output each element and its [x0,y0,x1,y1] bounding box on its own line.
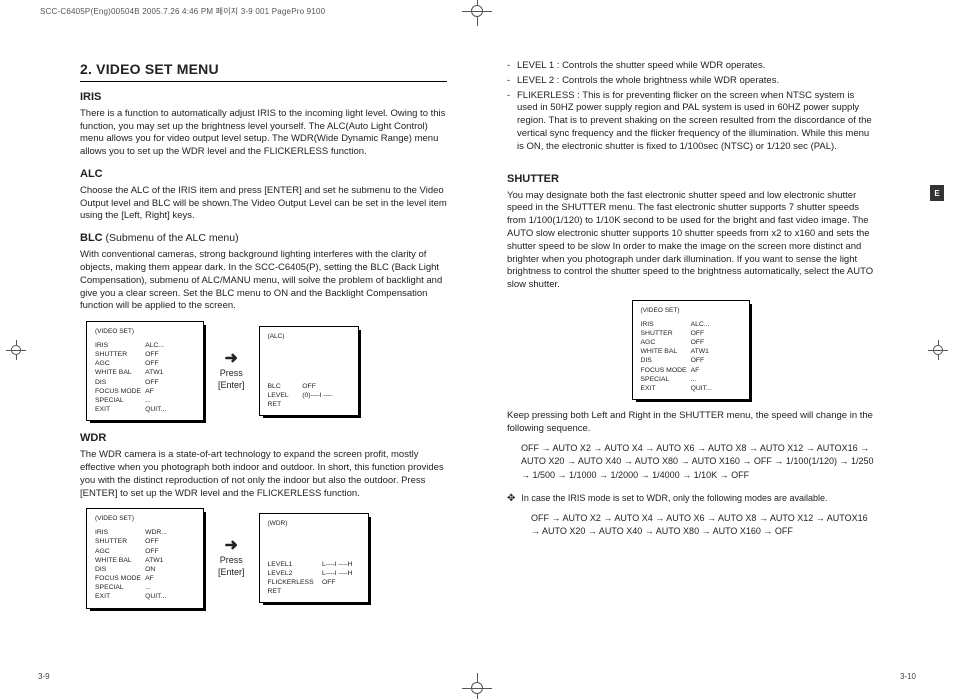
note-text: In case the IRIS mode is set to WDR, onl… [521,492,827,506]
osd-table: IRISALC... SHUTTEROFF AGCOFF WHITE BALAT… [641,320,716,393]
body-blc: With conventional cameras, strong backgr… [80,249,447,313]
arrow-right-icon: ➜ [218,351,245,367]
osd-title: (VIDEO SET) [95,328,195,337]
shutter-sequence-wdr: OFF → AUTO X2 → AUTO X4 → AUTO X6 → AUTO… [531,512,874,539]
osd-row-wdr: (VIDEO SET) IRISWDR... SHUTTEROFF AGCOFF… [86,508,447,608]
osd-table: IRISALC... SHUTTEROFF AGCOFF WHITE BALAT… [95,341,170,414]
crop-mark-bottom [462,673,492,699]
osd-wdr: (WDR) LEVEL1L----I ----H LEVEL2L----I --… [259,513,369,603]
osd-videoset-shutter: (VIDEO SET) IRISALC... SHUTTEROFF AGCOFF… [632,300,750,400]
osd-row-blc: (VIDEO SET) IRISALC... SHUTTEROFF AGCOFF… [86,321,447,421]
crop-mark-right [928,340,948,360]
heading-blc-paren: (Submenu of the ALC menu) [103,232,239,244]
osd-title: (VIDEO SET) [641,307,741,316]
list-item: FLIKERLESS : This is for preventing flic… [507,90,874,154]
left-column: 2. VIDEO SET MENU IRIS There is a functi… [80,60,447,659]
osd-videoset-alc: (VIDEO SET) IRISALC... SHUTTEROFF AGCOFF… [86,321,204,421]
body-alc: Choose the ALC of the IRIS item and pres… [80,185,447,223]
heading-wdr: WDR [80,431,447,446]
osd-title: (ALC) [268,333,350,342]
press-enter-label: Press [Enter] [218,554,245,578]
osd-alc: (ALC) BLCOFF LEVEL(0)----I ---- RET [259,326,359,416]
heading-blc-text: BLC [80,232,103,244]
page-number-right: 3-10 [900,672,916,681]
osd-videoset-wdr: (VIDEO SET) IRISWDR... SHUTTEROFF AGCOFF… [86,508,204,608]
list-item: LEVEL 2 : Controls the whole brightness … [507,75,874,88]
osd-table: BLCOFF LEVEL(0)----I ---- RET [268,382,350,410]
press-enter-label: Press [Enter] [218,367,245,391]
body-iris: There is a function to automatically adj… [80,108,447,159]
crop-mark-top [462,0,492,26]
crop-mark-left [6,340,26,360]
side-tab: E [930,185,944,201]
note-mark-icon: ✥ [507,492,515,506]
list-item: LEVEL 1 : Controls the shutter speed whi… [507,60,874,73]
press-enter-group: ➜ Press [Enter] [218,538,245,578]
shutter-sequence-full: OFF → AUTO X2 → AUTO X4 → AUTO X6 → AUTO… [521,442,874,483]
section-title: 2. VIDEO SET MENU [80,60,447,82]
heading-shutter: SHUTTER [507,172,874,187]
arrow-right-icon: ➜ [218,538,245,554]
body-wdr: The WDR camera is a state-of-art technol… [80,449,447,500]
right-column: LEVEL 1 : Controls the shutter speed whi… [507,60,874,659]
heading-iris: IRIS [80,90,447,105]
print-header: SCC-C6405P(Eng)00504B 2005.7.26 4:46 PM … [40,6,325,17]
osd-title: (VIDEO SET) [95,515,195,524]
note-row: ✥ In case the IRIS mode is set to WDR, o… [507,492,874,506]
press-enter-group: ➜ Press [Enter] [218,351,245,391]
heading-alc: ALC [80,167,447,182]
osd-table: IRISWDR... SHUTTEROFF AGCOFF WHITE BALAT… [95,528,171,601]
keep-pressing-text: Keep pressing both Left and Right in the… [507,410,874,436]
page-number-left: 3-9 [38,672,50,681]
wdr-level-list: LEVEL 1 : Controls the shutter speed whi… [507,60,874,154]
heading-blc: BLC (Submenu of the ALC menu) [80,231,447,246]
body-shutter: You may designate both the fast electron… [507,190,874,293]
osd-table: LEVEL1L----I ----H LEVEL2L----I ----H FL… [268,560,360,597]
osd-title: (WDR) [268,520,360,529]
osd-row-shutter: (VIDEO SET) IRISALC... SHUTTEROFF AGCOFF… [507,300,874,400]
